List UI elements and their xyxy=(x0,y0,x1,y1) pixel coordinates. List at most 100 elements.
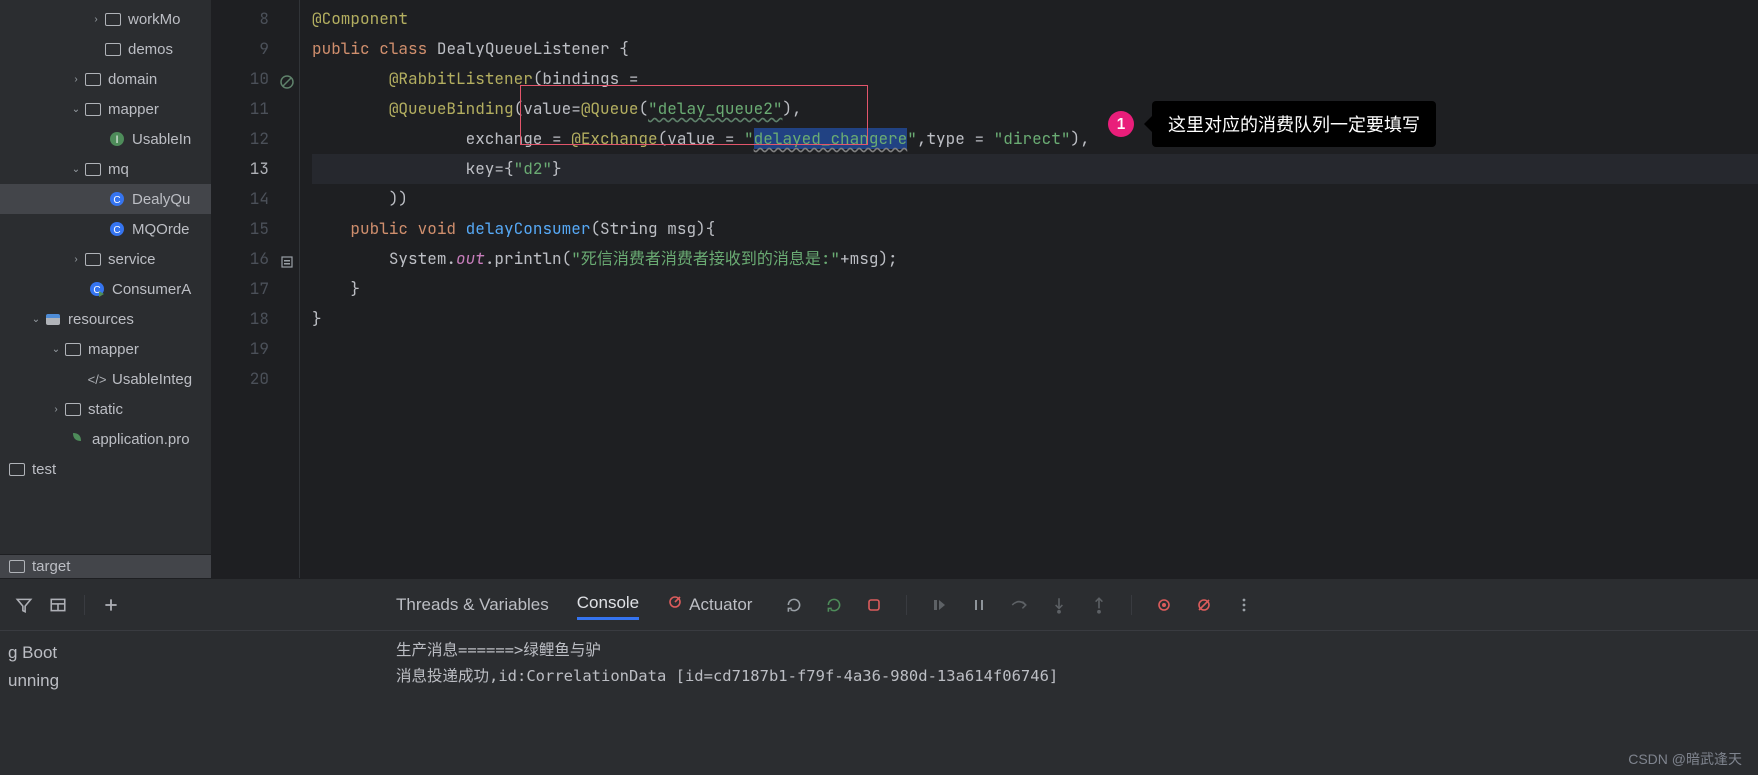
tree-item-label: service xyxy=(108,251,156,268)
tab-actuator[interactable]: Actuator xyxy=(667,590,752,619)
tree-item-demos[interactable]: demos xyxy=(0,34,211,64)
tree-item-resources[interactable]: ⌄ resources xyxy=(0,304,211,334)
debug-panel: Threads & Variables Console Actuator xyxy=(0,578,1758,775)
line-number: 17 xyxy=(212,274,269,304)
stop-icon[interactable] xyxy=(862,593,886,617)
tree-item-label: resources xyxy=(68,311,134,328)
tree-item-mapper2[interactable]: ⌄ mapper xyxy=(0,334,211,364)
layout-icon[interactable] xyxy=(46,593,70,617)
tree-item-label: static xyxy=(88,401,123,418)
tree-item-dealyqu[interactable]: C DealyQu xyxy=(0,184,211,214)
run-config-item[interactable]: unning xyxy=(0,667,396,695)
separator xyxy=(84,595,85,615)
tree-item-workmo[interactable]: › workMo xyxy=(0,4,211,34)
callout-annotation: 1 这里对应的消费队列一定要填写 xyxy=(1108,101,1436,147)
pause-icon[interactable] xyxy=(967,593,991,617)
tree-item-mqorde[interactable]: C MQOrde xyxy=(0,214,211,244)
tree-item-label: MQOrde xyxy=(132,221,190,238)
tree-item-label: test xyxy=(32,461,56,478)
tree-item-label: mq xyxy=(108,161,129,178)
folder-icon xyxy=(84,250,102,268)
tree-item-domain[interactable]: › domain xyxy=(0,64,211,94)
folder-icon xyxy=(84,160,102,178)
code-line: public class DealyQueueListener { xyxy=(312,34,1758,64)
tree-item-label: application.pro xyxy=(92,431,190,448)
line-number: 20 xyxy=(212,364,269,394)
step-over-icon[interactable] xyxy=(1007,593,1031,617)
code-line: @QueueBinding(value=@Queue("delay_queue2… xyxy=(312,94,1758,124)
separator xyxy=(1131,595,1132,615)
no-entry-icon xyxy=(279,70,295,86)
code-area[interactable]: @Component public class DealyQueueListen… xyxy=(300,0,1758,578)
view-breakpoints-icon[interactable] xyxy=(1152,593,1176,617)
line-number: 9 xyxy=(212,34,269,64)
tree-item-service[interactable]: › service xyxy=(0,244,211,274)
tree-item-label: DealyQu xyxy=(132,191,190,208)
chevron-right-icon: › xyxy=(68,254,84,265)
add-icon[interactable] xyxy=(99,593,123,617)
class-run-icon: C xyxy=(88,280,106,298)
folder-icon xyxy=(8,460,26,478)
folder-icon xyxy=(104,10,122,28)
tree-item-test[interactable]: test xyxy=(0,454,211,484)
editor-gutter: 8 9 10 11 12 13 14 15 16 17 18 xyxy=(212,0,300,578)
chevron-down-icon: ⌄ xyxy=(68,104,84,115)
code-line: @Component xyxy=(312,4,1758,34)
resources-folder-icon xyxy=(44,310,62,328)
callout-number: 1 xyxy=(1108,111,1134,137)
chevron-down-icon: ⌄ xyxy=(48,344,64,355)
tree-item-mq[interactable]: ⌄ mq xyxy=(0,154,211,184)
run-config-item[interactable]: g Boot xyxy=(0,639,396,667)
tab-threads[interactable]: Threads & Variables xyxy=(396,591,549,619)
chevron-right-icon: › xyxy=(88,14,104,25)
code-line: key={"d2"} xyxy=(312,154,1758,184)
tree-item-label: workMo xyxy=(128,11,181,28)
tree-item-label: mapper xyxy=(88,341,139,358)
line-number: 14 xyxy=(212,184,269,214)
console-output[interactable]: 生产消息======>绿鲤鱼与驴 消息投递成功,id:CorrelationDa… xyxy=(396,631,1758,775)
tree-item-usableinteg[interactable]: </> UsableInteg xyxy=(0,364,211,394)
debug-tabs: Threads & Variables Console Actuator xyxy=(396,589,752,620)
tree-item-usablein[interactable]: I UsableIn xyxy=(0,124,211,154)
tree-item-label: domain xyxy=(108,71,157,88)
run-configs-panel: g Boot unning xyxy=(0,631,396,775)
code-line: } xyxy=(312,274,1758,304)
chevron-down-icon: ⌄ xyxy=(28,314,44,325)
code-editor[interactable]: 8 9 10 11 12 13 14 15 16 17 18 xyxy=(212,0,1758,578)
callout-text: 这里对应的消费队列一定要填写 xyxy=(1152,101,1436,147)
rerun-modified-icon[interactable] xyxy=(822,593,846,617)
leaf-icon xyxy=(68,430,86,448)
folder-icon xyxy=(84,70,102,88)
tree-item-target[interactable]: target xyxy=(0,554,211,578)
project-tree: › workMo demos › domain ⌄ mappe xyxy=(0,0,212,578)
class-icon: C xyxy=(108,220,126,238)
code-line: )) xyxy=(312,184,1758,214)
interface-icon: I xyxy=(108,130,126,148)
more-icon[interactable] xyxy=(1232,593,1256,617)
tree-item-mapper[interactable]: ⌄ mapper xyxy=(0,94,211,124)
tree-item-consumera[interactable]: C ConsumerA xyxy=(0,274,211,304)
tree-item-label: mapper xyxy=(108,101,159,118)
step-out-icon[interactable] xyxy=(1087,593,1111,617)
svg-text:C: C xyxy=(113,225,120,236)
chevron-right-icon: › xyxy=(68,74,84,85)
actuator-icon xyxy=(667,594,683,615)
step-into-icon[interactable] xyxy=(1047,593,1071,617)
tab-console[interactable]: Console xyxy=(577,589,639,620)
separator xyxy=(906,595,907,615)
mute-breakpoints-icon[interactable] xyxy=(1192,593,1216,617)
resume-icon[interactable] xyxy=(927,593,951,617)
line-number: 11 xyxy=(212,94,269,124)
class-icon: C xyxy=(108,190,126,208)
line-number: 15 xyxy=(212,214,269,244)
chevron-down-icon: ⌄ xyxy=(68,164,84,175)
watermark: CSDN @暗武逢天 xyxy=(1628,749,1742,769)
rerun-icon[interactable] xyxy=(782,593,806,617)
filter-icon[interactable] xyxy=(12,593,36,617)
console-line: 消息投递成功,id:CorrelationData [id=cd7187b1-f… xyxy=(396,663,1758,689)
svg-text:C: C xyxy=(113,195,120,206)
tree-item-static[interactable]: › static xyxy=(0,394,211,424)
line-number: 18 xyxy=(212,304,269,334)
method-marker-icon xyxy=(279,250,295,266)
tree-item-applicationpro[interactable]: application.pro xyxy=(0,424,211,454)
